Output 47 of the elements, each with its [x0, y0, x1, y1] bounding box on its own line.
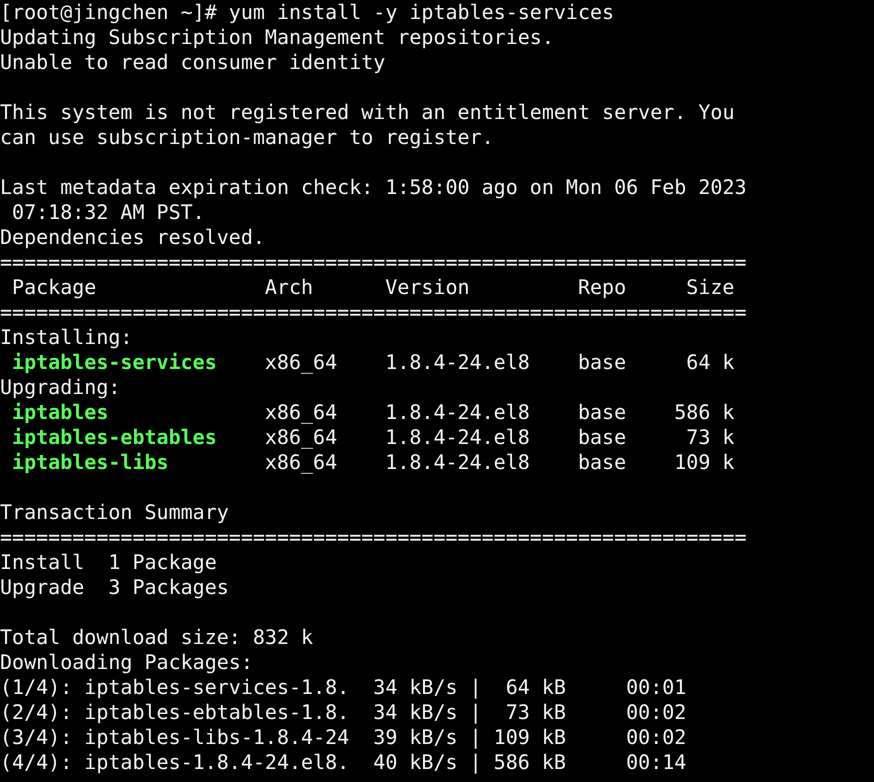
repo: base — [578, 425, 626, 450]
terminal-line: [root@jingchen ~]# yum install -y iptables-services — [0, 0, 614, 24]
repo: base — [578, 350, 626, 375]
repo: base — [578, 450, 626, 475]
separator-line: ============================================================== — [0, 525, 747, 549]
terminal-line: 07:18:32 AM PST. — [11, 200, 205, 224]
column-header: Arch — [264, 275, 314, 300]
package-name: iptables-ebtables — [12, 425, 217, 450]
terminal-line: can use subscription-manager to register. — [0, 125, 494, 149]
version: 1.8.4-24.el8 — [385, 400, 530, 425]
terminal-line: Install 1 Package — [0, 550, 217, 574]
arch: x86_64 — [264, 425, 338, 450]
version: 1.8.4-24.el8 — [385, 425, 530, 450]
column-header: Size — [686, 275, 734, 300]
terminal-line: (4/4): iptables-1.8.4-24.el8. 40 kB/s | 586 kB 00:14 — [0, 750, 686, 774]
terminal-line: (3/4): iptables-libs-1.8.4-24 39 kB/s | 109 kB 00:02 — [0, 725, 686, 749]
terminal-line: Upgrade 3 Packages — [0, 575, 229, 599]
separator-line: ============================================================== — [0, 250, 747, 274]
terminal-line: (1/4): iptables-services-1.8. 34 kB/s | 64 kB 00:01 — [0, 675, 686, 699]
terminal-line: Installing: — [0, 325, 132, 349]
arch: x86_64 — [264, 350, 338, 375]
terminal-line: Upgrading: — [0, 375, 120, 399]
arch: x86_64 — [264, 400, 338, 425]
terminal-line: Dependencies resolved. — [0, 225, 265, 249]
repo: base — [578, 400, 626, 425]
terminal-line: Unable to read consumer identity — [0, 50, 386, 74]
size: 64 k — [686, 350, 734, 375]
column-header: Package — [12, 275, 96, 300]
package-name: iptables-services — [12, 350, 217, 375]
size: 109 k — [674, 450, 734, 475]
terminal-line: Transaction Summary — [0, 500, 229, 524]
package-name: iptables-libs — [12, 450, 169, 475]
terminal-line: Total download size: 832 k — [0, 625, 314, 649]
terminal-line: Updating Subscription Management repositories. — [0, 25, 554, 49]
column-header: Repo — [578, 275, 626, 300]
version: 1.8.4-24.el8 — [385, 350, 530, 375]
arch: x86_64 — [264, 450, 338, 475]
terminal-line: Last metadata expiration check: 1:58:00 ago on Mon 06 Feb 2023 — [0, 175, 747, 199]
terminal-line: Downloading Packages: — [0, 650, 253, 674]
package-name: iptables — [12, 400, 108, 425]
terminal-line: This system is not registered with an entitlement server. You — [0, 100, 735, 124]
separator-line: ============================================================== — [0, 300, 747, 324]
size: 586 k — [674, 400, 734, 425]
terminal-line: (2/4): iptables-ebtables-1.8. 34 kB/s | 73 kB 00:02 — [0, 700, 686, 724]
version: 1.8.4-24.el8 — [385, 450, 530, 475]
size: 73 k — [686, 425, 734, 450]
column-header: Version — [385, 275, 470, 300]
